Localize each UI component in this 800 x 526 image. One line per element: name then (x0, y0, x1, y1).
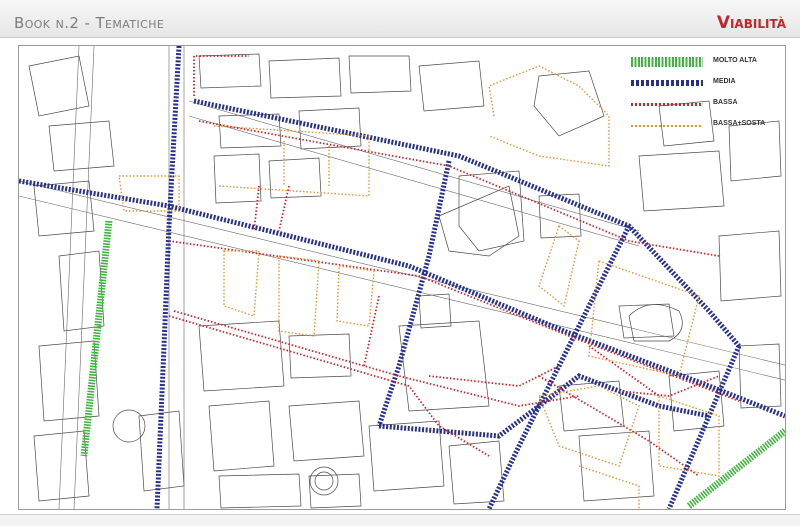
page-footer (0, 514, 800, 526)
legend-swatch-green (631, 57, 703, 67)
legend-swatch-blue (631, 80, 703, 86)
map-legend: MOLTO ALTA MEDIA BASSA BASSA+SOSTA (631, 54, 779, 138)
legend-item-bassa: BASSA (631, 96, 779, 117)
page-header: Book n.2 - Tematiche Viabilità (0, 0, 800, 38)
legend-swatch-red (631, 103, 703, 106)
legend-item-media: MEDIA (631, 75, 779, 96)
map-frame: MOLTO ALTA MEDIA BASSA BASSA+SOSTA (18, 45, 786, 510)
legend-label: MOLTO ALTA (713, 57, 757, 64)
legend-label: MEDIA (713, 78, 736, 85)
legend-swatch-orange (631, 125, 703, 127)
legend-label: BASSA (713, 99, 738, 106)
legend-item-bassa-sosta: BASSA+SOSTA (631, 117, 779, 138)
legend-label: BASSA+SOSTA (713, 120, 766, 127)
book-title: Book n.2 - Tematiche (14, 14, 165, 32)
section-title: Viabilità (716, 13, 786, 33)
legend-item-molto-alta: MOLTO ALTA (631, 54, 779, 75)
